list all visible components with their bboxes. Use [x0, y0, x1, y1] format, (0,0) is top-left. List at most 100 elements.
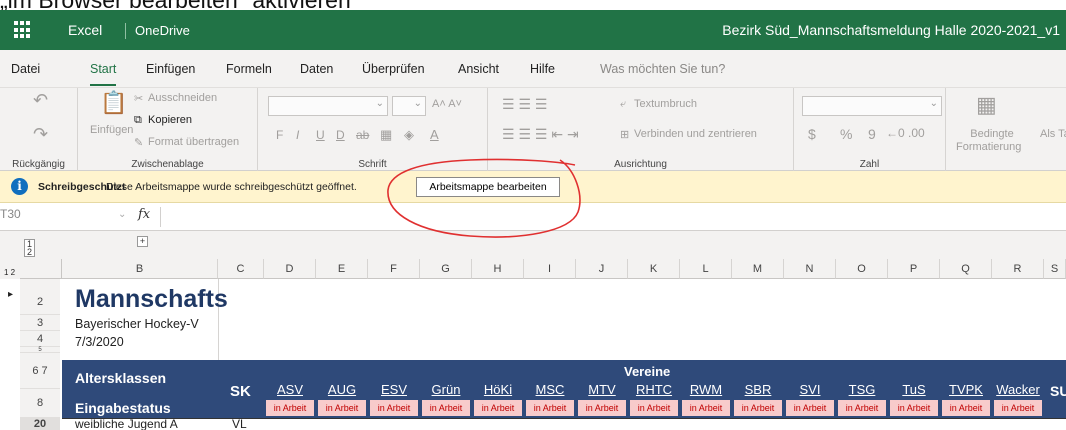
collapse-rows-icon[interactable]: ▸	[8, 289, 13, 300]
cell-row20-b[interactable]: weibliche Jugend A	[75, 417, 178, 430]
club-tus[interactable]: TuS	[888, 382, 940, 397]
status-badge[interactable]: in Arbeit	[318, 400, 366, 416]
name-box[interactable]: T30	[0, 207, 128, 227]
club-mtv[interactable]: MTV	[576, 382, 628, 397]
col-header-e[interactable]: E	[316, 259, 368, 279]
status-badge[interactable]: in Arbeit	[266, 400, 314, 416]
outline-levels-left[interactable]: 1 2	[4, 268, 15, 277]
col-header-c[interactable]: C	[218, 259, 264, 279]
cell-eingabestatus[interactable]: Eingabestatus	[75, 400, 171, 416]
row-header-6[interactable]: 6	[32, 365, 38, 377]
file-name[interactable]: Bezirk Süd_Mannschaftsmeldung Halle 2020…	[722, 22, 1060, 38]
underline-button[interactable]: U	[316, 128, 325, 142]
col-header-n[interactable]: N	[784, 259, 836, 279]
col-header-h[interactable]: H	[472, 259, 524, 279]
format-painter-button[interactable]: Format übertragen	[148, 136, 239, 148]
status-badge[interactable]: in Arbeit	[682, 400, 730, 416]
menu-formeln[interactable]: Formeln	[226, 62, 272, 76]
col-header-p[interactable]: P	[888, 259, 940, 279]
club-svi[interactable]: SVI	[784, 382, 836, 397]
merge-button[interactable]: Verbinden und zentrieren	[634, 128, 757, 140]
font-size-combo[interactable]	[392, 96, 426, 116]
outline-level-2[interactable]: 2	[27, 247, 32, 257]
cond-format-label-2[interactable]: Formatierung	[956, 141, 1021, 153]
wrap-text-button[interactable]: Textumbruch	[634, 98, 697, 110]
cell-org[interactable]: Bayerischer Hockey-V	[75, 317, 199, 331]
copy-icon[interactable]: ⧉	[134, 114, 142, 127]
select-all-corner[interactable]	[20, 259, 62, 279]
cut-button[interactable]: Ausschneiden	[148, 92, 217, 104]
border-icon[interactable]: ▦	[380, 127, 392, 143]
tell-me-box[interactable]: Was möchten Sie tun?	[600, 62, 725, 76]
wrap-text-icon[interactable]: ⤶	[620, 98, 626, 111]
menu-ansicht[interactable]: Ansicht	[458, 62, 499, 76]
fx-icon[interactable]: fx	[138, 207, 150, 222]
italic-button[interactable]: I	[296, 128, 299, 142]
paste-icon[interactable]: 📋	[100, 90, 127, 116]
name-box-dropdown-icon[interactable]: ⌄	[118, 209, 126, 220]
row-header-6-7[interactable]: 6 7	[20, 353, 60, 389]
double-underline-button[interactable]: D	[336, 128, 345, 142]
col-header-r[interactable]: R	[992, 259, 1044, 279]
undo-icon[interactable]: ↶	[33, 90, 48, 111]
font-name-combo[interactable]	[268, 96, 388, 116]
club-tsg[interactable]: TSG	[836, 382, 888, 397]
format-painter-icon[interactable]: ✎	[134, 136, 143, 149]
status-badge[interactable]: in Arbeit	[370, 400, 418, 416]
decimal-icon[interactable]: ←0 .00	[886, 126, 925, 140]
club-msc[interactable]: MSC	[524, 382, 576, 397]
club-höki[interactable]: HöKi	[472, 382, 524, 397]
percent-button[interactable]: %	[840, 126, 852, 142]
cell-row20-c[interactable]: VL	[232, 417, 247, 430]
app-name[interactable]: Excel	[68, 22, 102, 38]
cell-vereine[interactable]: Vereine	[624, 364, 670, 379]
menu-hilfe[interactable]: Hilfe	[530, 62, 555, 76]
format-as-table-button[interactable]: Als Ta	[1040, 128, 1066, 140]
number-format-combo[interactable]	[802, 96, 942, 116]
cell-sk[interactable]: SK	[230, 383, 251, 400]
status-badge[interactable]: in Arbeit	[942, 400, 990, 416]
cell-date[interactable]: 7/3/2020	[75, 335, 124, 349]
col-header-s[interactable]: S	[1044, 259, 1066, 279]
col-header-i[interactable]: I	[524, 259, 576, 279]
club-wacker[interactable]: Wacker	[992, 382, 1044, 397]
menu-datei[interactable]: Datei	[11, 62, 40, 76]
club-rwm[interactable]: RWM	[680, 382, 732, 397]
menu-ueberpruefen[interactable]: Überprüfen	[362, 62, 425, 76]
col-header-o[interactable]: O	[836, 259, 888, 279]
col-header-m[interactable]: M	[732, 259, 784, 279]
onedrive-link[interactable]: OneDrive	[135, 23, 190, 38]
status-badge[interactable]: in Arbeit	[994, 400, 1042, 416]
status-badge[interactable]: in Arbeit	[838, 400, 886, 416]
col-header-f[interactable]: F	[368, 259, 420, 279]
club-grün[interactable]: Grün	[420, 382, 472, 397]
app-launcher-icon[interactable]	[14, 21, 32, 39]
row-header-3[interactable]: 3	[20, 315, 60, 331]
cell-sum[interactable]: SU	[1050, 383, 1066, 399]
col-header-b[interactable]: B	[62, 259, 218, 279]
col-header-k[interactable]: K	[628, 259, 680, 279]
font-color-icon[interactable]: A	[430, 127, 439, 142]
expand-plus-icon[interactable]: +	[137, 236, 148, 247]
fill-color-icon[interactable]: ◈	[404, 127, 414, 143]
menu-daten[interactable]: Daten	[300, 62, 333, 76]
club-tvpk[interactable]: TVPK	[940, 382, 992, 397]
bold-button[interactable]: F	[276, 128, 283, 142]
align-left-icon[interactable]: ☰ ☰ ☰ ⇤ ⇥	[502, 126, 579, 143]
paste-button[interactable]: Einfügen	[90, 124, 133, 136]
formula-input[interactable]	[160, 207, 1066, 227]
row-header-20[interactable]: 20	[20, 418, 60, 430]
row-header-2[interactable]: 2	[20, 279, 60, 315]
align-top-icon[interactable]: ☰ ☰ ☰	[502, 96, 547, 113]
status-badge[interactable]: in Arbeit	[474, 400, 522, 416]
cut-icon[interactable]: ✂	[134, 92, 143, 105]
status-badge[interactable]: in Arbeit	[578, 400, 626, 416]
redo-icon[interactable]: ↷	[33, 124, 48, 145]
status-badge[interactable]: in Arbeit	[734, 400, 782, 416]
col-header-l[interactable]: L	[680, 259, 732, 279]
col-header-q[interactable]: Q	[940, 259, 992, 279]
col-header-j[interactable]: J	[576, 259, 628, 279]
cell-altersklassen[interactable]: Altersklassen	[75, 370, 166, 386]
menu-einfuegen[interactable]: Einfügen	[146, 62, 195, 76]
strikethrough-button[interactable]: ab	[356, 128, 369, 142]
